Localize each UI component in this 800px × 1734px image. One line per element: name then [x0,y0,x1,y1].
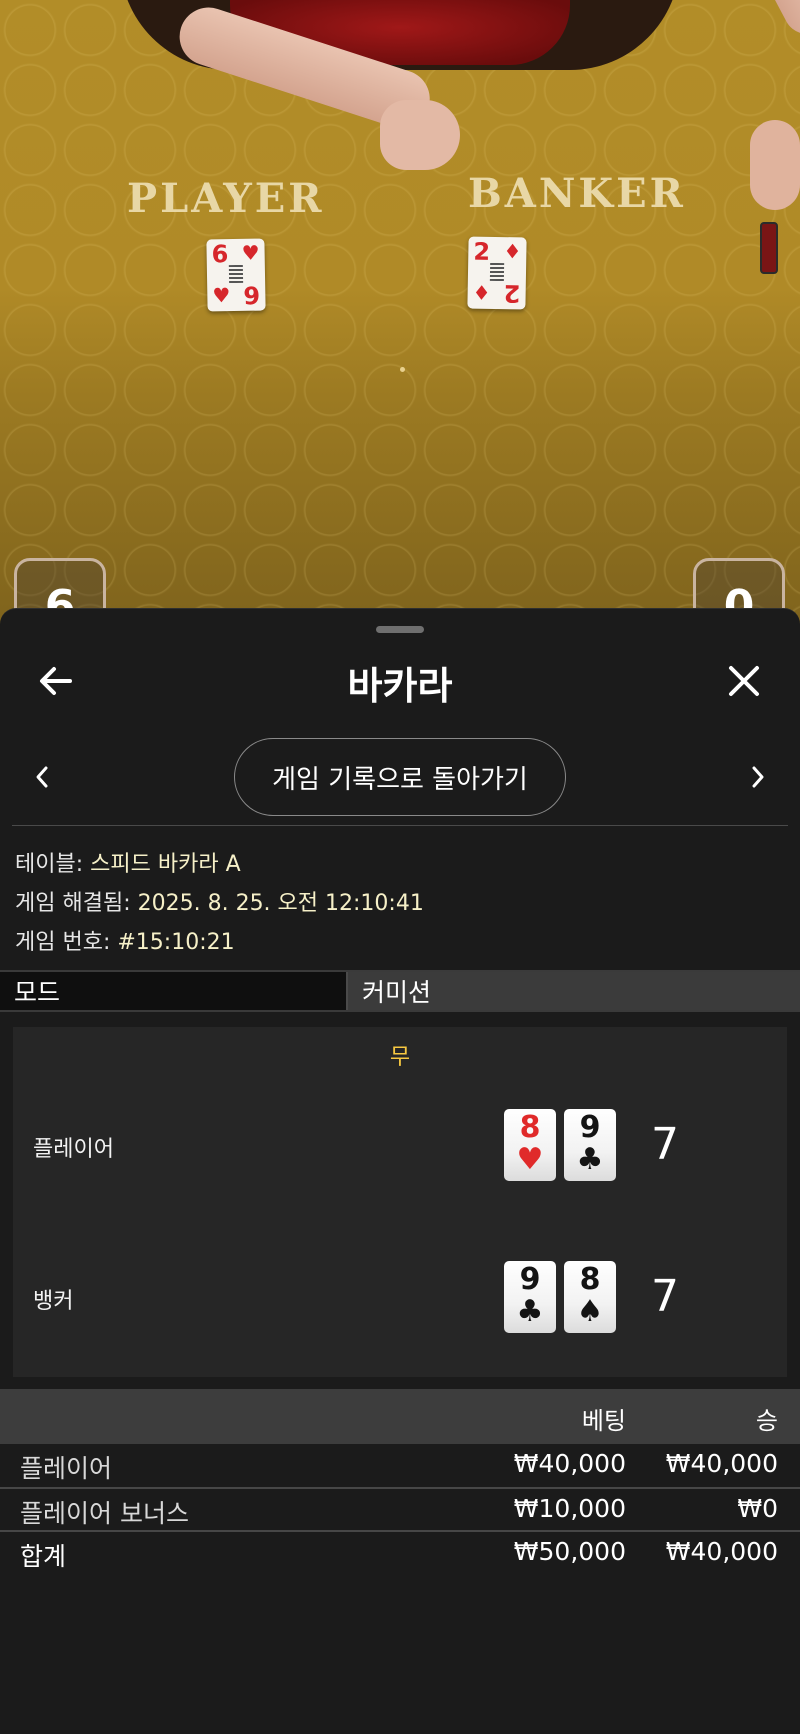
win-amount: ₩40,000 [665,1449,778,1478]
card-rank: 6 [211,240,229,269]
card-suit: ♣ [516,1294,544,1329]
card-rank: 2 [503,279,521,308]
win-amount: ₩0 [737,1494,778,1523]
bets-table: 베팅 승 플레이어 ₩40,000 ₩40,000 플레이어 보너스 ₩10,0… [0,1389,800,1573]
playing-card: 8 ♠ [564,1261,616,1333]
banker-score: 7 [651,1271,679,1322]
total-win-amount: ₩40,000 [665,1537,778,1566]
back-to-history-button[interactable]: 게임 기록으로 돌아가기 [234,738,566,816]
close-icon [729,666,759,696]
resolved-label: 게임 해결됨: [15,891,138,916]
dealer-left-hand [380,100,460,170]
table-row: 플레이어 ₩40,000 ₩40,000 [0,1444,800,1487]
table-info: 테이블: 스피드 바카라 A [15,845,785,884]
sheet-grabber[interactable] [376,626,424,633]
card-rank: 6 [243,280,261,309]
playing-card: 9 ♣ [504,1261,556,1333]
playing-card: 9 ♣ [564,1109,616,1181]
bet-name: 플레이어 보너스 [20,1499,189,1528]
mode-value: 커미션 [346,972,800,1010]
resolved-value: 2025. 8. 25. 오전 12:10:41 [137,891,424,916]
player-hand: 플레이어 8 ♥ 9 ♣ 7 [13,1109,787,1183]
total-row: 합계 ₩50,000 ₩40,000 [0,1530,800,1573]
playing-card: 8 ♥ [504,1109,556,1181]
resolved-info: 게임 해결됨: 2025. 8. 25. 오전 12:10:41 [15,884,785,923]
card-suit: ♥ [241,240,260,265]
sheet-header: 바카라 [0,649,800,711]
total-bet-amount: ₩50,000 [513,1537,626,1566]
card-rank: 9 [519,1262,541,1297]
card-rank: 2 [473,237,491,266]
table-label: 테이블: [15,852,91,877]
card-suit: ♥ [212,283,231,308]
bet-column-header: 베팅 [581,1407,626,1435]
game-number-value: #15:10:21 [117,930,235,955]
felt-player-label: PLAYER [127,175,325,222]
card-center-mark [489,262,505,282]
player-cards: 8 ♥ 9 ♣ [504,1109,616,1181]
chevron-left-icon [36,766,48,788]
bets-table-header: 베팅 승 [0,1389,800,1444]
bet-amount: ₩40,000 [513,1449,626,1478]
result-panel: 무 플레이어 8 ♥ 9 ♣ 7 뱅커 9 ♣ 8 ♠ 7 [13,1027,787,1377]
chevron-right-icon [752,766,764,788]
card-suit: ♦ [503,239,522,264]
card-suit: ♣ [576,1142,604,1177]
mode-row: 모드 커미션 [0,970,800,1012]
divider [12,825,788,826]
table-row: 플레이어 보너스 ₩10,000 ₩0 [0,1487,800,1530]
dealer-right-hand [750,120,800,210]
back-button[interactable] [32,657,80,705]
banker-hand-label: 뱅커 [33,1289,74,1314]
banker-table-card: 2 ♦ ♦ 2 [467,236,527,310]
card-rank: 8 [579,1262,601,1297]
card-rank: 8 [519,1110,541,1145]
arrow-left-icon [40,667,72,695]
game-number-info: 게임 번호: #15:10:21 [15,923,785,962]
card-rank: 9 [579,1110,601,1145]
card-center-mark [228,264,244,284]
banker-hand: 뱅커 9 ♣ 8 ♠ 7 [13,1261,787,1335]
win-column-header: 승 [755,1407,778,1435]
close-button[interactable] [720,657,768,705]
outcome-label: 무 [389,1045,411,1070]
player-score: 7 [651,1119,679,1170]
mode-label: 모드 [0,972,346,1010]
game-detail-sheet: 바카라 게임 기록으로 돌아가기 테이블: 스피드 바카라 A 게임 해결됨: … [0,608,800,1734]
previous-game-button[interactable] [22,757,62,797]
table-value: 스피드 바카라 A [90,852,241,877]
game-navigation: 게임 기록으로 돌아가기 [0,737,800,817]
felt-dot [400,367,405,372]
banker-cards: 9 ♣ 8 ♠ [504,1261,616,1333]
player-hand-label: 플레이어 [33,1137,114,1162]
next-game-button[interactable] [738,757,778,797]
card-shoe [760,222,778,274]
card-suit: ♦ [472,280,491,305]
bet-amount: ₩10,000 [513,1494,626,1523]
card-suit: ♥ [516,1142,544,1177]
game-info: 테이블: 스피드 바카라 A 게임 해결됨: 2025. 8. 25. 오전 1… [15,845,785,962]
total-label: 합계 [20,1542,67,1571]
player-table-card: 6 ♥ ♥ 6 [206,238,266,312]
bet-name: 플레이어 [20,1454,113,1483]
game-number-label: 게임 번호: [15,930,118,955]
card-suit: ♠ [576,1294,604,1329]
page-title: 바카라 [347,664,453,708]
felt-banker-label: BANKER [468,170,686,217]
live-video-feed: PLAYER BANKER 6 ♥ ♥ 6 2 ♦ ♦ 2 6 0 [0,0,800,640]
